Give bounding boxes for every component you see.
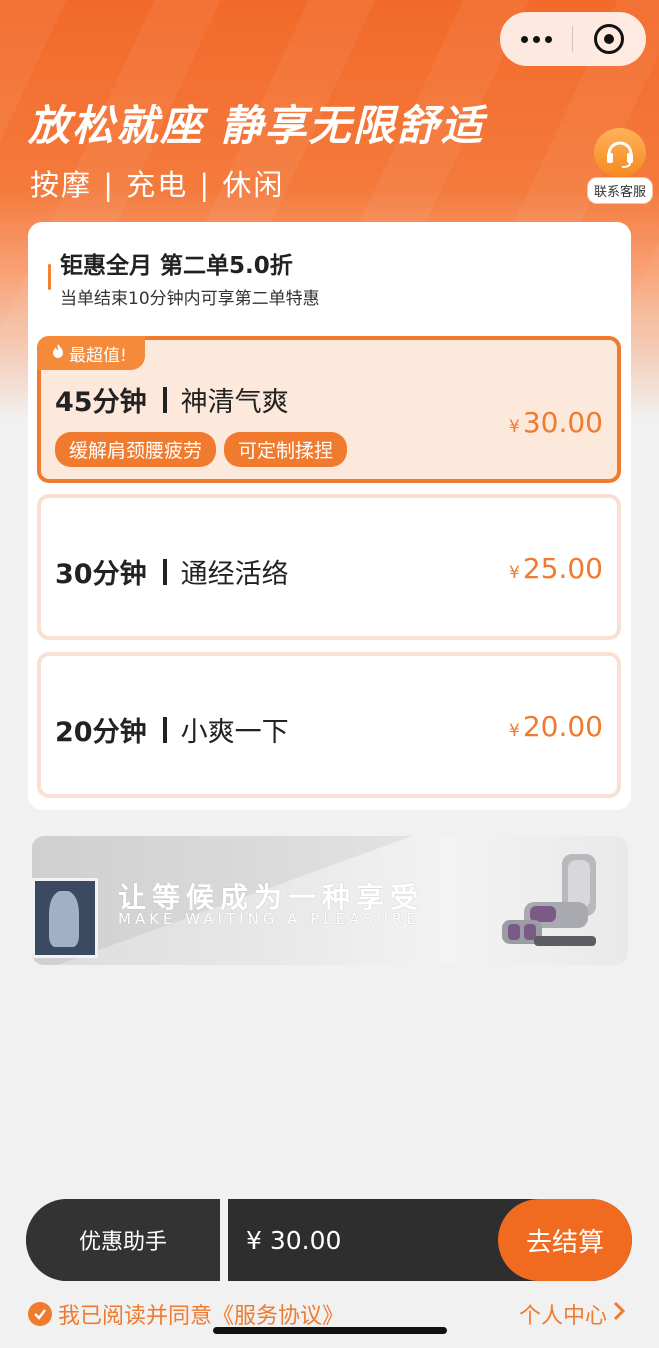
price-value: 25.00 — [522, 552, 603, 585]
customer-service-button[interactable]: 联系客服 — [585, 128, 655, 204]
checkout-button[interactable]: 去结算 — [498, 1199, 632, 1281]
package-title: 45分钟 神清气爽 — [55, 380, 289, 419]
title-separator — [162, 558, 167, 585]
chevron-right-icon — [613, 1301, 626, 1327]
package-option-20[interactable]: 20分钟 小爽一下 ¥20.00 — [37, 652, 621, 798]
currency-symbol: ¥ — [509, 563, 520, 583]
massage-chair-illustration — [502, 854, 596, 946]
more-dots-icon[interactable] — [500, 12, 572, 66]
package-tag: 缓解肩颈腰疲劳 — [55, 432, 217, 467]
hero-subtitle: 按摩 | 充电 | 休闲 — [30, 168, 285, 202]
promo-banner[interactable]: 让等候成为一种享受 MAKE WAITING A PLEASURE — [32, 836, 628, 965]
package-tag: 可定制揉捏 — [224, 432, 348, 467]
badge-label: 最超值! — [69, 345, 127, 366]
personal-center-link[interactable]: 个人中心 — [518, 1298, 626, 1330]
title-separator — [162, 716, 167, 743]
currency-symbol: ¥ — [509, 417, 520, 437]
discount-helper-button[interactable]: 优惠助手 — [26, 1199, 220, 1281]
price-value: 20.00 — [522, 710, 603, 743]
package-name: 神清气爽 — [180, 387, 289, 418]
customer-service-label: 联系客服 — [586, 177, 653, 204]
mini-program-capsule — [500, 12, 646, 66]
hero-title: 放松就座 静享无限舒适 — [28, 101, 485, 150]
package-option-45[interactable]: 最超值! 45分钟 神清气爽 缓解肩颈腰疲劳 可定制揉捏 ¥30.00 — [37, 336, 621, 483]
package-price: ¥20.00 — [509, 710, 603, 743]
check-circle-icon[interactable] — [28, 1302, 52, 1326]
package-tags: 缓解肩颈腰疲劳 可定制揉捏 — [55, 432, 348, 467]
package-duration: 45分钟 — [55, 387, 147, 418]
home-indicator — [213, 1327, 447, 1334]
banner-picture-frame — [32, 878, 98, 958]
best-value-badge: 最超值! — [37, 336, 145, 370]
promo-title: 钜惠全月 第二单5.0折 — [60, 253, 293, 279]
close-circle-icon[interactable] — [573, 12, 645, 66]
checkout-bar: 优惠助手 ¥ 30.00 去结算 — [26, 1199, 632, 1281]
banner-tagline: MAKE WAITING A PLEASURE — [118, 910, 420, 928]
package-price: ¥25.00 — [509, 552, 603, 585]
package-duration: 20分钟 — [55, 717, 147, 748]
personal-center-label: 个人中心 — [518, 1304, 607, 1329]
headset-icon — [594, 128, 646, 177]
bar-divider — [220, 1199, 228, 1281]
package-option-30[interactable]: 30分钟 通经活络 ¥25.00 — [37, 494, 621, 640]
package-title: 20分钟 小爽一下 — [55, 710, 289, 749]
fire-icon — [51, 343, 65, 364]
title-separator — [162, 386, 167, 413]
currency-symbol: ¥ — [509, 721, 520, 741]
package-name: 通经活络 — [180, 559, 289, 590]
agreement-row: 我已阅读并同意 《服务协议》 — [28, 1298, 344, 1330]
promo-description: 当单结束10分钟内可享第二单特惠 — [60, 289, 320, 309]
price-value: 30.00 — [522, 406, 603, 439]
service-agreement-link[interactable]: 《服务协议》 — [212, 1298, 344, 1330]
package-price: ¥30.00 — [509, 406, 603, 439]
package-name: 小爽一下 — [180, 717, 289, 748]
package-panel: 钜惠全月 第二单5.0折 当单结束10分钟内可享第二单特惠 最超值! 45分钟 … — [28, 222, 631, 810]
package-title: 30分钟 通经活络 — [55, 552, 289, 591]
agreement-text: 我已阅读并同意 — [58, 1304, 213, 1329]
promo-accent-bar — [48, 264, 51, 290]
package-duration: 30分钟 — [55, 559, 147, 590]
